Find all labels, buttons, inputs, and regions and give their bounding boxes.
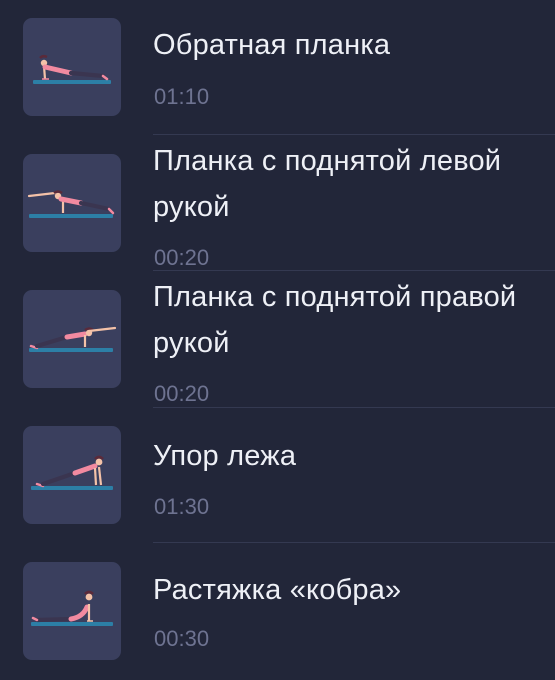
exercise-duration: 01:30 <box>154 494 210 519</box>
exercise-duration: 00:30 <box>154 626 210 651</box>
plank-right-arm-icon <box>23 290 121 388</box>
exercise-item[interactable]: Упор лежа 01:30 <box>0 408 555 542</box>
exercise-item[interactable]: Планка с поднятой левой рукой 00:20 <box>0 135 555 270</box>
plank-left-arm-icon <box>23 154 121 252</box>
exercise-duration: 00:20 <box>154 381 210 406</box>
exercise-title: Планка с поднятой левой рукой <box>153 145 502 223</box>
reverse-plank-icon <box>23 18 121 116</box>
exercise-item[interactable]: Обратная планка 01:10 <box>0 0 555 134</box>
cobra-stretch-icon <box>23 562 121 660</box>
exercise-item[interactable]: Растяжка «кобра» 00:30 <box>0 543 555 680</box>
exercise-duration: 01:10 <box>154 84 210 109</box>
exercise-title: Обратная планка <box>153 29 391 61</box>
exercise-list: Обратная планка 01:10 Планка с поднятой … <box>0 0 555 680</box>
exercise-title: Растяжка «кобра» <box>153 574 402 606</box>
exercise-duration: 00:20 <box>154 245 210 270</box>
exercise-title: Планка с поднятой правой рукой <box>153 281 517 359</box>
push-up-position-icon <box>23 426 121 524</box>
exercise-title: Упор лежа <box>153 440 297 472</box>
exercise-item[interactable]: Планка с поднятой правой рукой 00:20 <box>0 271 555 406</box>
